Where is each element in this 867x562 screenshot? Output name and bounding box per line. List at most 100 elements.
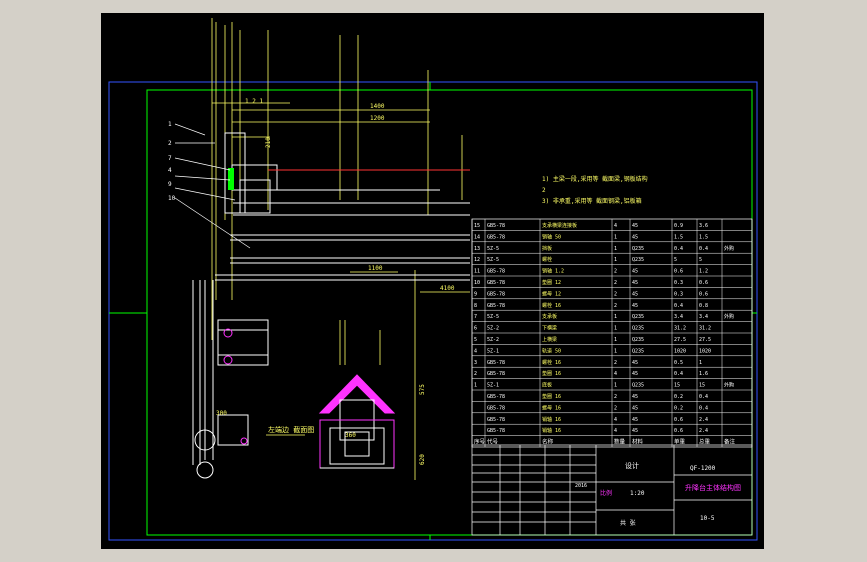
bom-cell: 0.4 — [674, 303, 683, 309]
bom-cell: 1.2 — [699, 269, 708, 275]
bom-cell: 9 — [474, 291, 477, 297]
bom-cell: GB5-78 — [487, 394, 505, 400]
bom-header-cell: 材料 — [632, 438, 644, 446]
title-sheets: 共 张 — [620, 519, 636, 527]
bom-cell: Q235 — [632, 337, 644, 343]
green-block — [228, 168, 234, 190]
bom-cell: 螺母 12 — [542, 290, 561, 297]
bom-cell: 外购 — [724, 382, 734, 389]
section-label: 左端边 截面图 — [268, 425, 314, 434]
bom-cell: 5Z-2 — [487, 337, 499, 343]
bom-cell: Q235 — [632, 257, 644, 263]
bom-cell: Q235 — [632, 314, 644, 320]
bom-cell: 0.6 — [674, 417, 683, 423]
bom-header-cell: 数量 — [614, 438, 626, 446]
part-numbers: 1 2 7 4 9 10 — [168, 121, 176, 202]
bom-cell: 5Z-1 — [487, 348, 499, 354]
bom-cell: 0.4 — [699, 405, 708, 411]
bom-cell: 2 — [614, 280, 617, 286]
bom-cell: 2 — [614, 291, 617, 297]
bom-cell: 45 — [632, 234, 638, 240]
bom-cell: 7 — [474, 314, 477, 320]
bom-cell: 销轴 16 — [542, 416, 561, 423]
bom-cell: 0.2 — [674, 405, 683, 411]
bom-cell: GB5-78 — [487, 223, 505, 229]
dim-1400: 1400 — [370, 103, 385, 110]
bom-cell: GB5-78 — [487, 234, 505, 240]
bom-cell: 5Z-5 — [487, 246, 499, 252]
bom-cell: 螺栓 16 — [542, 302, 561, 309]
bom-cell: 0.8 — [699, 303, 708, 309]
bom-cell: GB5-78 — [487, 291, 505, 297]
bom-cell: 5Z-2 — [487, 326, 499, 332]
bom-cell: 5 — [674, 257, 677, 263]
bom-cell: 1.5 — [674, 234, 683, 240]
bom-cell: 底板 — [542, 382, 552, 389]
bolt-3 — [240, 437, 248, 445]
bom-cell: 2 — [614, 394, 617, 400]
dim-1100: 1100 — [368, 265, 383, 272]
bom-cell: 13 — [474, 246, 480, 252]
section-view — [318, 374, 396, 469]
bom-cell: 0.6 — [674, 269, 683, 275]
horizontal-dims — [212, 102, 470, 293]
bom-cell: 0.4 — [699, 246, 708, 252]
bom-cell: 4 — [614, 223, 617, 229]
bom-cell: 15 — [474, 223, 480, 229]
bom-cell: 垫圈 12 — [542, 279, 561, 286]
bom-cell: 45 — [632, 405, 638, 411]
bom-cell: 10 — [474, 280, 480, 286]
dim-300: 300 — [216, 410, 227, 417]
bom-cell: 外购 — [724, 313, 734, 320]
title-ratio: 比例 — [600, 489, 612, 497]
bom-cell: 垫圈 16 — [542, 370, 561, 377]
title-company: 2016 — [575, 483, 587, 489]
bom-cell: GB5-78 — [487, 417, 505, 423]
bom-cell: 45 — [632, 371, 638, 377]
bom-cell: 5Z-5 — [487, 257, 499, 263]
bom-cell: 4 — [614, 371, 617, 377]
bom-cell: 外购 — [724, 245, 734, 252]
bom-cell: 0.4 — [674, 246, 683, 252]
bom-cell: 0.2 — [674, 394, 683, 400]
bom-cell: 45 — [632, 417, 638, 423]
bom-cell: 0.3 — [674, 291, 683, 297]
bom-header-cell: 序号 — [474, 438, 486, 446]
bom-cell: GB5-78 — [487, 269, 505, 275]
bom-cell: 1 — [614, 383, 617, 389]
bom-cell: 1 — [614, 314, 617, 320]
svg-text:9: 9 — [168, 181, 172, 188]
bom-cell: 1.6 — [699, 371, 708, 377]
dim-4100: 4100 — [440, 285, 455, 292]
bom-cell: 支承横梁连接板 — [542, 222, 577, 229]
bom-cell: 1 — [614, 326, 617, 332]
title-drawing-name: 升降台主体结构图 — [685, 483, 741, 492]
dim-1200: 1200 — [370, 115, 385, 122]
vertical-guides — [211, 18, 463, 480]
bom-cell: 5 — [474, 337, 477, 343]
bom-cell: 3.4 — [699, 314, 708, 320]
bom-header-cell: 代号 — [487, 438, 499, 446]
title-designer: 设计 — [625, 461, 639, 470]
bom-cell: GB5-78 — [487, 371, 505, 377]
bom-cell: 1 — [614, 337, 617, 343]
cad-drawing[interactable]: 127 4910 左端边 截面图 1400 1200 1100 300 575 … — [0, 0, 867, 562]
bom-cell: 45 — [632, 280, 638, 286]
bom-cell: 31.2 — [674, 326, 686, 332]
bom-cell: 45 — [632, 291, 638, 297]
bom-cell: 14 — [474, 234, 480, 240]
bom-cell: 0.5 — [674, 360, 683, 366]
dim-210: 210 — [265, 137, 272, 148]
svg-text:7: 7 — [168, 155, 172, 162]
bom-cell: GB5-78 — [487, 428, 505, 434]
title-scale: 1:20 — [630, 490, 645, 497]
bom-cell: 2 — [614, 405, 617, 411]
bom-table: 15 GB5-78 支承横梁连接板 4 45 0.9 3.614 GB5-78 销轴 50 1 45… — [471, 218, 753, 448]
bom-cell: 0.3 — [674, 280, 683, 286]
bom-cell: 0.9 — [674, 223, 683, 229]
bom-cell: 螺栓 16 — [542, 359, 561, 366]
bom-header-cell: 总重 — [699, 438, 711, 446]
bom-cell: 销轴 16 — [542, 427, 561, 434]
outer-frame — [108, 81, 758, 541]
bom-cell: 5 — [699, 257, 702, 263]
